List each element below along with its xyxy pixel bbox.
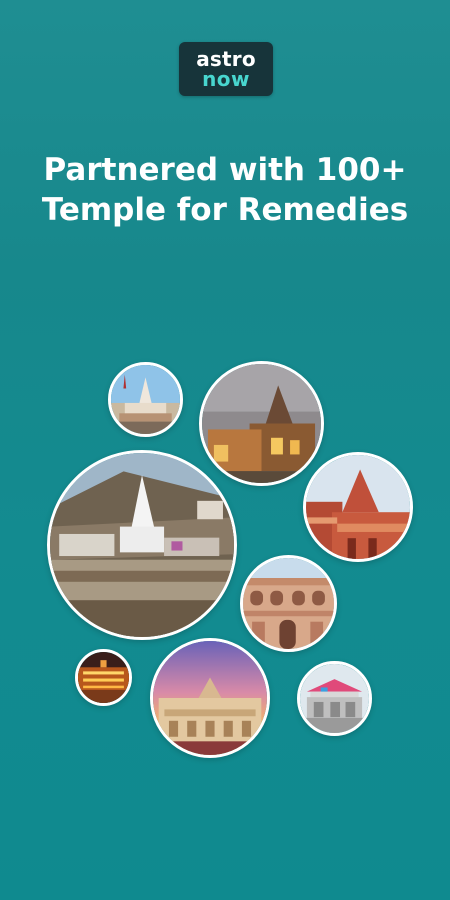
temple-photo-5-icon: [243, 558, 334, 649]
temple-bubble-sunset-temple: [150, 638, 270, 758]
headline: Partnered with 100+ Temple for Remedies: [0, 150, 450, 230]
astronow-logo: astro now: [179, 42, 273, 96]
temple-photo-3-icon: [50, 453, 234, 637]
temple-bubble-kedarnath: [199, 361, 324, 486]
temple-bubble-white-shrine: [297, 661, 372, 736]
logo-text-astro: astro: [196, 47, 256, 71]
headline-line-2: Temple for Remedies: [41, 192, 409, 228]
temple-bubble-night-lights: [75, 649, 132, 706]
temple-photo-1-icon: [111, 365, 180, 434]
logo-text-now: now: [202, 67, 250, 91]
headline-line-1: Partnered with 100+: [43, 152, 407, 188]
temple-bubble-red-temple: [303, 452, 413, 562]
temple-photo-2-icon: [202, 364, 321, 483]
temple-bubble-large-cliff: [47, 450, 237, 640]
temple-photo-6-icon: [78, 652, 129, 703]
temple-bubble-sandstone-palace: [240, 555, 337, 652]
temple-bubble-small-top-left: [108, 362, 183, 437]
temple-photo-4-icon: [306, 455, 410, 559]
temple-photo-8-icon: [300, 664, 369, 733]
temple-photo-7-icon: [153, 641, 267, 755]
